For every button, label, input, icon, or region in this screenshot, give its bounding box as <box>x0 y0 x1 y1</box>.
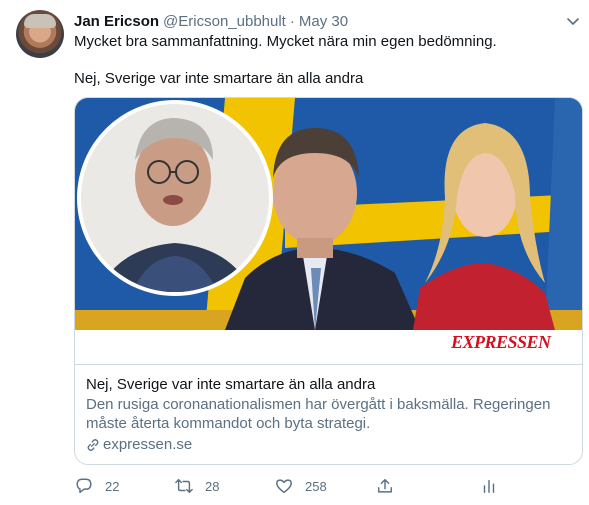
card-description-line2: måste återta kommandot och byta strategi… <box>86 415 371 432</box>
chevron-down-icon[interactable] <box>562 10 584 32</box>
tweet-header: Jan Ericson @Ericson_ubbhult · May 30 <box>74 11 574 31</box>
card-description-line1: Den rusiga coronanationalismen har överg… <box>86 396 551 413</box>
expressen-logo: EXPRESSEN <box>451 332 551 352</box>
analytics-icon <box>479 476 499 496</box>
share-icon <box>375 476 395 496</box>
tweet-actions: 22 28 258 <box>74 474 574 498</box>
heart-icon <box>274 476 294 496</box>
link-icon <box>87 438 99 451</box>
card-title[interactable]: Nej, Sverige var inte smartare än alla a… <box>86 375 375 394</box>
author-handle[interactable]: @Ericson_ubbhult <box>163 13 286 30</box>
like-button[interactable]: 258 <box>274 474 327 498</box>
card-image[interactable]: EXPRESSEN <box>75 98 582 364</box>
retweet-button[interactable]: 28 <box>174 474 219 498</box>
retweet-count: 28 <box>205 478 220 494</box>
retweet-icon <box>174 476 194 496</box>
card-meta[interactable]: Nej, Sverige var inte smartare än alla a… <box>75 364 582 464</box>
reply-icon <box>74 476 94 496</box>
tweet[interactable]: Jan Ericson @Ericson_ubbhult · May 30 My… <box>0 0 589 505</box>
tweet-date[interactable]: May 30 <box>299 13 348 30</box>
analytics-button[interactable] <box>479 474 499 498</box>
link-preview-card[interactable]: EXPRESSEN Nej, Sverige var inte smartare… <box>74 97 583 465</box>
author-name[interactable]: Jan Ericson <box>74 13 159 30</box>
reply-count: 22 <box>105 478 120 494</box>
card-domain[interactable]: expressen.se <box>86 435 192 454</box>
like-count: 258 <box>305 478 327 494</box>
tweet-text-line1: Mycket bra sammanfattning. Mycket nära m… <box>74 33 497 50</box>
avatar[interactable] <box>16 10 64 58</box>
share-button[interactable] <box>375 474 395 498</box>
separator-dot: · <box>289 12 295 30</box>
tweet-text-line2: Nej, Sverige var inte smartare än alla a… <box>74 70 364 87</box>
reply-button[interactable]: 22 <box>74 474 119 498</box>
card-domain-text: expressen.se <box>103 436 193 453</box>
